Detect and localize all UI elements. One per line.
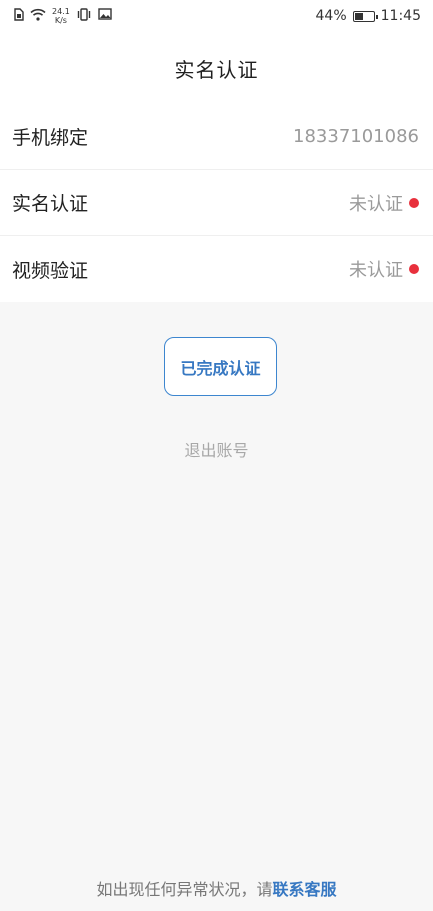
pending-dot-icon [409, 197, 419, 208]
status-bar: 24.1 K/s 44% 11:45 [0, 0, 433, 32]
footer-text: 如出现任何异常状况，请 [96, 880, 273, 899]
vibrate-icon [76, 7, 92, 25]
sim-icon [14, 7, 24, 25]
row-right: 未认证 [349, 256, 419, 282]
net-speed: 24.1 K/s [52, 7, 70, 25]
battery-icon [352, 10, 378, 22]
page-title: 实名认证 [174, 57, 259, 82]
row-phone-binding[interactable]: 手机绑定 18337101086 [0, 104, 433, 170]
nav-bar: 实名认证 [0, 32, 433, 104]
wifi-icon [30, 8, 46, 25]
row-label: 手机绑定 [12, 127, 89, 149]
battery-fill [354, 12, 364, 20]
pending-dot-icon [409, 264, 419, 274]
clock: 11:45 [380, 8, 421, 24]
status-text: 未认证 [349, 260, 403, 281]
battery-percent: 44% [315, 8, 347, 24]
row-real-name-verification[interactable]: 实名认证 未认证 [0, 170, 433, 236]
row-label: 实名认证 [12, 193, 89, 215]
phone-number: 18337101086 [293, 126, 419, 147]
row-video-verification[interactable]: 视频验证 未认证 [0, 236, 433, 302]
logout-link[interactable]: 退出账号 [0, 437, 433, 461]
status-text: 未认证 [349, 193, 403, 215]
row-right: 18337101086 [293, 126, 419, 147]
complete-verification-button[interactable]: 已完成认证 [164, 337, 277, 396]
footer: 如出现任何异常状况，请联系客服 [0, 876, 433, 900]
verification-list: 手机绑定 18337101086 实名认证 未认证 视频验证 未认证 [0, 104, 433, 302]
row-right: 未认证 [349, 190, 419, 216]
net-speed-unit: K/s [54, 16, 67, 25]
contact-support-link[interactable]: 联系客服 [273, 880, 337, 899]
status-left: 24.1 K/s [14, 7, 112, 25]
status-right: 44% 11:45 [316, 8, 421, 24]
net-speed-value: 24.1 [52, 7, 70, 16]
gallery-icon [98, 8, 112, 24]
row-label: 视频验证 [12, 259, 89, 282]
